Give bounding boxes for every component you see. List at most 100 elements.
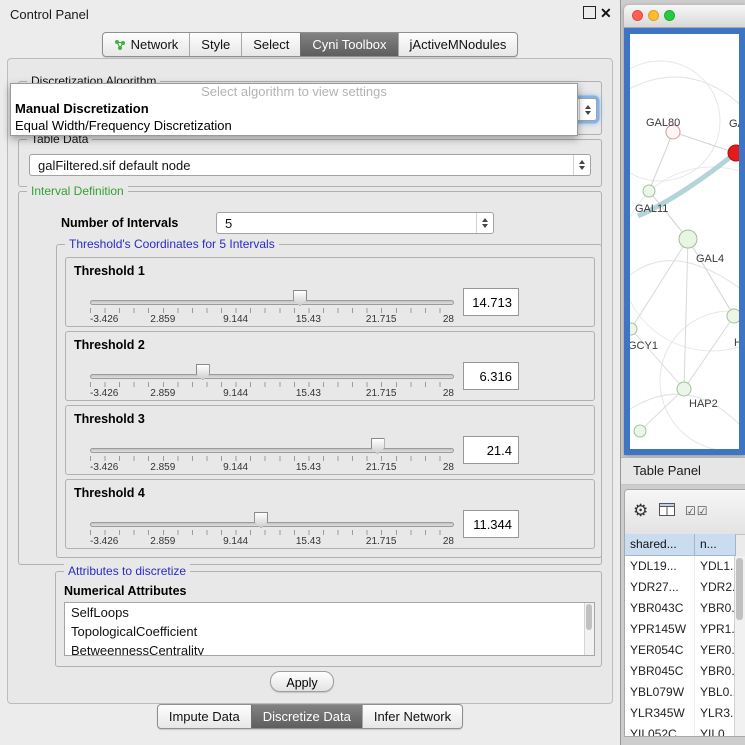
network-icon	[114, 39, 126, 51]
network-node[interactable]	[679, 230, 697, 248]
column-header-name[interactable]: n...	[695, 534, 736, 556]
list-item[interactable]: TopologicalCoefficient	[65, 622, 594, 641]
network-node[interactable]	[727, 309, 739, 323]
control-panel-window: Control Panel ✕ Network Styl	[0, 0, 621, 745]
dropdown-option-equal-width[interactable]: Equal Width/Frequency Discretization	[11, 117, 577, 134]
threshold-1-value-input[interactable]	[463, 288, 519, 316]
interval-definition-group: Interval Definition Number of Intervals …	[18, 191, 602, 565]
table-row[interactable]: YER054CYER0...	[625, 640, 736, 661]
columns-icon[interactable]	[659, 503, 675, 519]
slider-ticks	[90, 308, 454, 313]
group-title: Interval Definition	[27, 184, 128, 198]
network-canvas[interactable]: GAL80 GA GAL11 GAL4 GCY1 HAP2 H	[630, 34, 739, 449]
apply-button[interactable]: Apply	[270, 671, 334, 692]
tab-infer-network[interactable]: Infer Network	[362, 705, 462, 728]
list-item[interactable]: BetweennessCentrality	[65, 641, 594, 656]
network-node[interactable]	[677, 382, 691, 396]
select-columns-checkbox-icons[interactable]: ☑☑	[685, 504, 709, 518]
threshold-1-slider[interactable]: -3.4262.8599.14415.4321.71528	[90, 290, 454, 326]
slider-scale: -3.4262.8599.14415.4321.71528	[90, 462, 454, 473]
num-intervals-combobox[interactable]: 5	[216, 212, 494, 234]
table-row[interactable]: YIL052CYIL0...	[625, 724, 736, 737]
table-row[interactable]: YBL079WYBL0...	[625, 682, 736, 703]
tab-cyni-toolbox[interactable]: Cyni Toolbox	[300, 33, 397, 56]
combo-stepper-icon	[476, 213, 493, 233]
table-header: shared... n...	[625, 534, 745, 556]
network-node[interactable]	[630, 323, 637, 335]
tab-discretize-data[interactable]: Discretize Data	[251, 705, 362, 728]
threshold-4-panel: Threshold 4 -3.4262.8599.14415.4321.7152…	[65, 479, 595, 549]
tab-jactivemnodules[interactable]: jActiveMNodules	[398, 33, 518, 56]
threshold-4-value-input[interactable]	[463, 510, 519, 538]
slider-track[interactable]	[90, 374, 454, 379]
slider-track[interactable]	[90, 448, 454, 453]
table-row[interactable]: YLR345WYLR3...	[625, 703, 736, 724]
dropdown-hint: Select algorithm to view settings	[11, 84, 577, 100]
node-label: HAP2	[689, 398, 718, 410]
minimize-traffic-light-icon[interactable]	[648, 10, 659, 21]
cyni-toolbox-panel: Discretization Algorithm Select algorith…	[7, 58, 613, 704]
zoom-traffic-light-icon[interactable]	[664, 10, 675, 21]
slider-ticks	[90, 382, 454, 387]
node-label: GAL4	[696, 253, 724, 265]
threshold-label: Threshold 1	[74, 264, 145, 278]
table-row[interactable]: YDL19...YDL1...	[625, 556, 736, 577]
list-scrollbar[interactable]	[584, 603, 594, 655]
num-intervals-label: Number of Intervals	[61, 216, 178, 230]
num-intervals-value: 5	[225, 216, 232, 231]
thresholds-group: Threshold's Coordinates for 5 Intervals …	[56, 244, 602, 558]
combo-stepper-icon	[579, 99, 596, 120]
table-toolbar: ⚙ ☑☑	[625, 490, 745, 535]
threshold-4-slider[interactable]: -3.4262.8599.14415.4321.71528	[90, 512, 454, 548]
threshold-2-slider[interactable]: -3.4262.8599.14415.4321.71528	[90, 364, 454, 400]
scrollbar-thumb[interactable]	[736, 558, 743, 620]
table-data-selected: galFiltered.sif default node	[38, 158, 190, 173]
table-row[interactable]: YBR043CYBR0...	[625, 598, 736, 619]
slider-scale: -3.4262.8599.14415.4321.71528	[90, 314, 454, 325]
table-data-combobox[interactable]: galFiltered.sif default node	[29, 154, 591, 176]
table-data-group: Table Data galFiltered.sif default node	[18, 139, 602, 187]
table-row[interactable]: YDR27...YDR2...	[625, 577, 736, 598]
threshold-label: Threshold 3	[74, 412, 145, 426]
gear-icon[interactable]: ⚙	[633, 501, 648, 521]
group-title: Threshold's Coordinates for 5 Intervals	[65, 237, 279, 251]
tab-network[interactable]: Network	[103, 33, 190, 56]
table-row[interactable]: YPR145WYPR1...	[625, 619, 736, 640]
close-icon[interactable]: ✕	[600, 5, 612, 22]
threshold-2-value-input[interactable]	[463, 362, 519, 390]
list-item[interactable]: SelfLoops	[65, 603, 594, 622]
bottom-tabbar: Impute Data Discretize Data Infer Networ…	[0, 704, 620, 729]
network-node[interactable]	[643, 185, 655, 197]
node-label: GAL80	[646, 117, 680, 129]
close-traffic-light-icon[interactable]	[632, 10, 643, 21]
column-header-shared-name[interactable]: shared...	[625, 534, 695, 556]
screen: Control Panel ✕ Network Styl	[0, 0, 745, 745]
control-panel-title: Control Panel	[10, 7, 89, 22]
tab-impute-data[interactable]: Impute Data	[158, 705, 251, 728]
network-node[interactable]	[634, 425, 646, 437]
tab-style[interactable]: Style	[189, 33, 241, 56]
combo-stepper-icon	[573, 155, 590, 175]
numerical-attributes-list: SelfLoops TopologicalCoefficient Between…	[64, 602, 595, 656]
table-panel-bar: Table Panel	[621, 457, 745, 485]
threshold-3-slider[interactable]: -3.4262.8599.14415.4321.71528	[90, 438, 454, 474]
network-node-selected[interactable]	[728, 145, 739, 161]
table-scrollbar[interactable]	[734, 556, 745, 737]
group-title: Attributes to discretize	[64, 564, 190, 578]
threshold-3-value-input[interactable]	[463, 436, 519, 464]
attributes-group: Attributes to discretize Numerical Attri…	[55, 571, 602, 667]
float-window-icon[interactable]	[583, 6, 596, 19]
threshold-label: Threshold 2	[74, 338, 145, 352]
table-row[interactable]: YBR045CYBR0...	[625, 661, 736, 682]
threshold-1-panel: Threshold 1 -3.4262.8599.14415.4321.7152…	[65, 257, 595, 327]
dropdown-option-manual[interactable]: Manual Discretization	[11, 100, 577, 117]
table-rows: YDL19...YDL1... YDR27...YDR2... YBR043CY…	[625, 556, 736, 737]
slider-track[interactable]	[90, 522, 454, 527]
slider-scale: -3.4262.8599.14415.4321.71528	[90, 388, 454, 399]
tab-select[interactable]: Select	[241, 33, 300, 56]
tab-label: Network	[131, 37, 179, 52]
scrollbar-thumb[interactable]	[586, 604, 592, 630]
node-label: H	[734, 337, 739, 349]
node-label: GAL11	[635, 203, 668, 215]
slider-track[interactable]	[90, 300, 454, 305]
